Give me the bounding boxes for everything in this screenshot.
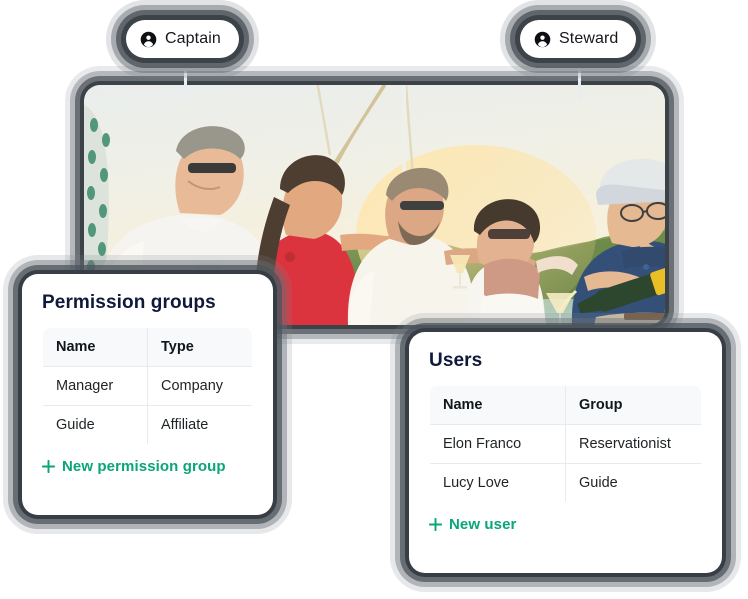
table-row[interactable]: Guide Affiliate (43, 405, 252, 444)
permission-groups-title: Permission groups (42, 292, 216, 313)
column-header-name: Name (43, 328, 148, 367)
cell-name: Lucy Love (430, 463, 566, 502)
cell-name: Manager (43, 366, 148, 406)
new-permission-group-label: New permission group (62, 458, 226, 475)
table-row[interactable]: Elon Franco Reservationist (430, 424, 701, 464)
new-user-button[interactable]: New user (429, 516, 517, 533)
table-header-row: Name Type (43, 328, 252, 367)
cell-group: Guide (579, 475, 618, 491)
screenshot-canvas: Captain Steward Permission groups Name T… (0, 0, 748, 599)
connector-line-captain (184, 58, 187, 98)
badge-captain-label: Captain (165, 30, 221, 47)
column-header-type: Type (147, 328, 252, 367)
table-header-row: Name Group (430, 386, 701, 425)
column-header-name: Name (430, 386, 566, 425)
plus-icon (429, 518, 442, 531)
permission-groups-table: Name Type Manager Company Guide Affiliat… (42, 327, 253, 445)
users-title: Users (429, 350, 483, 371)
new-permission-group-button[interactable]: New permission group (42, 458, 226, 475)
users-card: Users Name Group Elon Franco Reservation… (409, 332, 722, 573)
permission-groups-card: Permission groups Name Type Manager Comp… (22, 274, 273, 515)
table-row[interactable]: Manager Company (43, 366, 252, 406)
plus-icon (42, 460, 55, 473)
badge-steward[interactable]: Steward (520, 20, 637, 58)
new-user-label: New user (449, 516, 517, 533)
badge-steward-label: Steward (559, 30, 619, 47)
badge-captain[interactable]: Captain (126, 20, 239, 58)
cell-type: Company (147, 366, 252, 406)
column-header-group: Group (565, 386, 701, 425)
cell-name: Elon Franco (430, 424, 566, 464)
users-table: Name Group Elon Franco Reservationist Lu… (429, 385, 702, 503)
connector-line-steward (578, 58, 581, 100)
cell-group: Reservationist (565, 424, 701, 464)
person-circle-icon (140, 31, 157, 47)
person-circle-icon (534, 31, 551, 47)
cell-name: Guide (43, 405, 148, 444)
cell-type: Affiliate (161, 417, 209, 433)
table-row[interactable]: Lucy Love Guide (430, 463, 701, 502)
